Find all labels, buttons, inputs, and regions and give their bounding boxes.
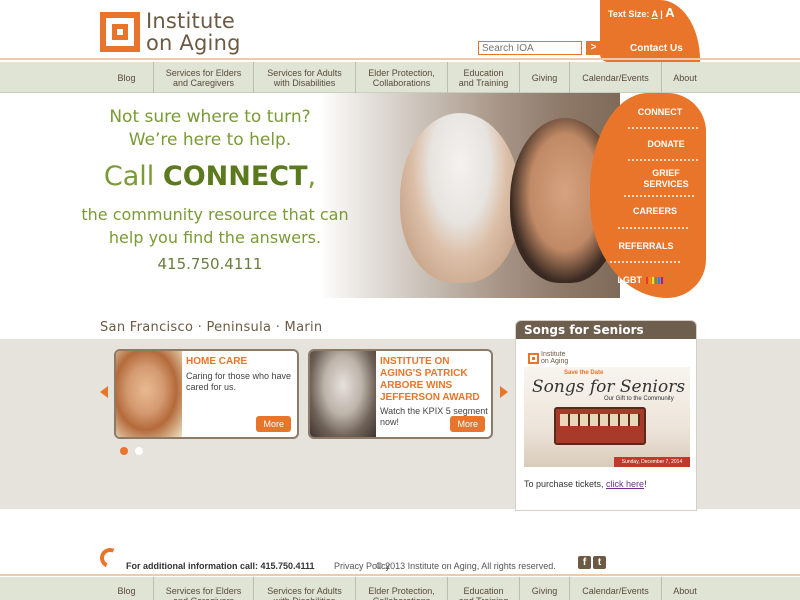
carousel-next-icon[interactable] bbox=[500, 386, 508, 398]
quick-link-divider bbox=[624, 195, 694, 197]
footer-nav-calendar[interactable]: Calendar/Events bbox=[570, 577, 662, 600]
text-size-large-link[interactable]: A bbox=[665, 5, 674, 20]
logo-mark-icon bbox=[528, 352, 539, 364]
hero-phone-number: 415.750.4111 bbox=[157, 255, 263, 273]
rainbow-stripe bbox=[657, 277, 660, 285]
rainbow-stripe bbox=[645, 277, 648, 285]
footer-divider bbox=[0, 574, 800, 576]
search-form: > bbox=[478, 41, 601, 55]
nav-item-services-elders[interactable]: Services for Elders and Caregivers bbox=[154, 62, 254, 93]
footer-nav-giving[interactable]: Giving bbox=[520, 577, 570, 600]
contact-us-link[interactable]: Contact Us bbox=[630, 43, 683, 54]
footer-nav-education[interactable]: Education and Training bbox=[448, 577, 520, 600]
quick-link-careers[interactable]: CAREERS bbox=[615, 206, 695, 217]
event-date: Sunday, December 7, 2014 bbox=[614, 457, 690, 467]
nav-item-elder-protection[interactable]: Elder Protection, Collaborations bbox=[356, 62, 448, 93]
hero-subline-1: the community resource that can bbox=[81, 205, 349, 224]
phone-icon bbox=[97, 545, 123, 571]
header-divider bbox=[0, 58, 800, 60]
quick-link-divider bbox=[628, 159, 698, 161]
card-title: HOME CARE bbox=[186, 356, 248, 367]
panel-title: Songs for Seniors bbox=[516, 321, 696, 339]
hero-subline-2: help you find the answers. bbox=[108, 228, 322, 247]
nav-item-about[interactable]: About bbox=[662, 62, 708, 93]
carousel-dot[interactable] bbox=[135, 447, 143, 455]
social-links: f t bbox=[578, 556, 608, 569]
text-size-control: Text Size: A | A bbox=[608, 5, 675, 20]
songs-for-seniors-panel: Songs for Seniors Institute on Aging Sav… bbox=[515, 320, 697, 511]
elder-woman-photo bbox=[400, 113, 520, 283]
service-area: San Francisco · Peninsula · Marin bbox=[100, 320, 323, 335]
footer-nav-about[interactable]: About bbox=[662, 577, 708, 600]
feature-card-jefferson-award[interactable]: INSTITUTE ON AGING'S PATRICK ARBORE WINS… bbox=[308, 349, 493, 439]
purchase-tickets-link[interactable]: click here bbox=[606, 479, 644, 489]
purchase-tickets-text: To purchase tickets, click here! bbox=[524, 479, 647, 489]
poster-title: Songs for Seniors bbox=[532, 377, 686, 397]
quick-link-divider bbox=[618, 227, 688, 229]
footer-nav-elder-protection[interactable]: Elder Protection, Collaborations bbox=[356, 577, 448, 600]
footer-nav-services-elders[interactable]: Services for Elders and Caregivers bbox=[154, 577, 254, 600]
poster-banner: Save the Date Songs for Seniors Our Gift… bbox=[524, 367, 690, 467]
hero-call-connect: Call CONNECT, bbox=[103, 161, 317, 192]
text-size-label: Text Size: bbox=[608, 9, 650, 19]
footer-contact-info: For additional information call: 415.750… bbox=[126, 561, 315, 571]
twitter-icon[interactable]: t bbox=[593, 556, 606, 569]
cable-car-icon bbox=[554, 407, 646, 445]
text-size-small-link[interactable]: A bbox=[652, 9, 658, 19]
carousel-dot-active[interactable] bbox=[120, 447, 128, 455]
card-title: INSTITUTE ON AGING'S PATRICK ARBORE WINS… bbox=[380, 356, 480, 403]
logo-text: Institute on Aging bbox=[146, 10, 241, 54]
patrick-arbore-photo bbox=[310, 351, 376, 437]
rainbow-stripe bbox=[654, 277, 657, 285]
save-the-date: Save the Date bbox=[564, 370, 604, 376]
connect-emphasis: CONNECT bbox=[162, 161, 308, 192]
carousel-pagination bbox=[120, 447, 150, 455]
card-more-button[interactable]: More bbox=[256, 416, 291, 432]
site-header: Institute on Aging > Text Size: A | A Co… bbox=[0, 0, 800, 62]
institute-on-aging-logo[interactable]: Institute on Aging bbox=[100, 8, 241, 56]
nav-item-calendar[interactable]: Calendar/Events bbox=[570, 62, 662, 93]
quick-link-grief-services[interactable]: GRIEF SERVICES bbox=[626, 168, 706, 190]
card-text: Caring for those who have cared for us. bbox=[186, 371, 292, 392]
footer-nav-services-adults[interactable]: Services for Adults with Disabilities bbox=[254, 577, 356, 600]
rainbow-flag-icon bbox=[645, 275, 663, 285]
main-nav: Blog Services for Elders and Caregivers … bbox=[0, 62, 800, 93]
quick-link-divider bbox=[628, 127, 698, 129]
nav-item-education[interactable]: Education and Training bbox=[448, 62, 520, 93]
facebook-icon[interactable]: f bbox=[578, 556, 591, 569]
quick-link-donate[interactable]: DONATE bbox=[626, 139, 706, 150]
rainbow-stripe bbox=[648, 277, 651, 285]
copyright-notice: © 2013 Institute on Aging, All rights re… bbox=[376, 561, 556, 571]
quick-link-lgbt[interactable]: LGBT bbox=[600, 275, 680, 286]
text-size-separator: | bbox=[660, 9, 663, 19]
quick-link-referrals[interactable]: REFERRALS bbox=[606, 241, 686, 252]
footer-nav: Blog Services for Elders and Caregivers … bbox=[0, 577, 800, 600]
nav-item-blog[interactable]: Blog bbox=[100, 62, 154, 93]
feature-card-home-care[interactable]: HOME CARE Caring for those who have care… bbox=[114, 349, 299, 439]
card-more-button[interactable]: More bbox=[450, 416, 485, 432]
hero-headline-2: We’re here to help. bbox=[128, 130, 292, 150]
footer-nav-blog[interactable]: Blog bbox=[100, 577, 154, 600]
poster-subtitle: Our Gift to the Community bbox=[604, 396, 674, 402]
logo-line-1: Institute bbox=[146, 9, 236, 33]
mini-logo-text: Institute on Aging bbox=[541, 351, 569, 365]
quick-link-divider bbox=[610, 261, 680, 263]
logo-mark-icon bbox=[100, 12, 140, 52]
search-input[interactable] bbox=[478, 41, 582, 55]
rainbow-stripe bbox=[660, 277, 663, 285]
quick-link-connect[interactable]: CONNECT bbox=[620, 107, 700, 118]
logo-line-2: on Aging bbox=[146, 31, 241, 55]
hero-headline-1: Not sure where to turn? bbox=[109, 107, 311, 127]
caregiver-photo bbox=[116, 351, 182, 437]
nav-item-services-adults[interactable]: Services for Adults with Disabilities bbox=[254, 62, 356, 93]
nav-item-giving[interactable]: Giving bbox=[520, 62, 570, 93]
songs-for-seniors-poster[interactable]: Institute on Aging Save the Date Songs f… bbox=[524, 349, 690, 467]
search-submit-button[interactable]: > bbox=[586, 41, 601, 55]
mini-logo: Institute on Aging bbox=[528, 351, 568, 365]
carousel-prev-icon[interactable] bbox=[100, 386, 108, 398]
rainbow-stripe bbox=[651, 277, 654, 285]
